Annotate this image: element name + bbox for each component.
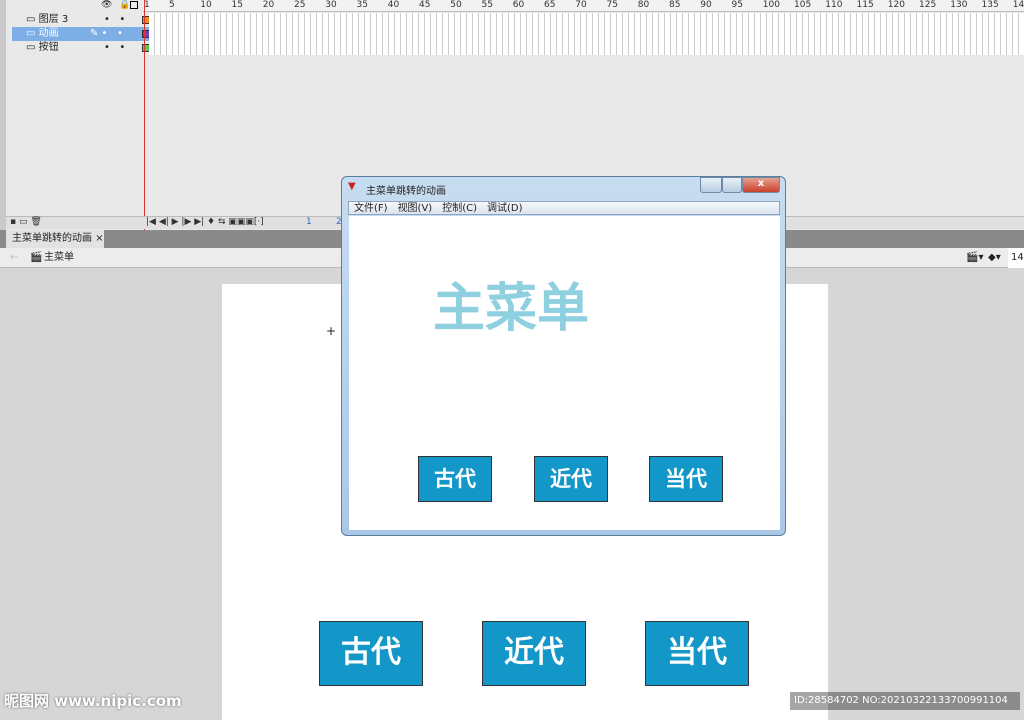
frame-row[interactable] [149,27,1024,41]
flash-app-icon: ▼ [348,181,356,192]
window-title: 主菜单跳转的动画 [366,186,446,197]
zoom-field[interactable]: 14 [1008,248,1024,268]
ruler-tick: 105 [794,0,812,10]
frame-row[interactable] [149,13,1024,27]
tab-label: 主菜单跳转的动画 [12,233,92,244]
ruler-tick: 65 [544,0,556,10]
button-contemporary[interactable]: 当代 [649,456,723,502]
ruler-tick: 45 [419,0,431,10]
current-frame: 1 [306,217,312,227]
ruler-tick: 140 [1012,0,1024,10]
ruler-tick: 35 [356,0,368,10]
menu-control[interactable]: 控制(C) [442,203,477,214]
close-button[interactable]: x [742,177,780,193]
menu-view[interactable]: 视图(V) [398,203,433,214]
edit-symbol-icon[interactable]: ◆▾ [988,248,1001,268]
menu-debug[interactable]: 调试(D) [487,203,523,214]
ruler-tick: 50 [450,0,462,10]
pencil-icon: ✎ • • [90,28,123,39]
stage-button-ancient[interactable]: 古代 [319,621,423,686]
watermark-logo: 昵图网 www.nipic.com [4,692,182,710]
outline-icon[interactable] [130,1,138,9]
ruler-tick: 100 [762,0,780,10]
playhead[interactable] [144,0,145,230]
ruler-tick: 60 [512,0,525,10]
frame-row[interactable] [149,41,1024,55]
eye-icon[interactable]: 👁 [101,0,112,10]
ruler-tick: 90 [700,0,712,10]
scene-breadcrumb[interactable]: 主菜单 [44,248,74,268]
ruler-tick: 120 [887,0,905,10]
layer-row[interactable]: ▭ 按钮 • • [12,41,150,55]
menu-bar: 文件(F) 视图(V) 控制(C) 调试(D) [348,201,780,215]
ruler-tick: 115 [856,0,874,10]
stage-button-contemporary[interactable]: 当代 [645,621,749,686]
maximize-button[interactable] [722,177,742,193]
ruler-tick: 10 [200,0,212,10]
stage-button-modern[interactable]: 近代 [482,621,586,686]
new-layer-icon[interactable]: ▪ ▭ 🗑 [10,217,42,227]
ruler-tick: 95 [731,0,743,10]
ruler-tick: 55 [481,0,493,10]
ruler-tick: 15 [231,0,243,10]
ruler-tick: 110 [825,0,843,10]
ruler-tick: 85 [669,0,681,10]
ruler-tick: 135 [981,0,999,10]
flash-player-window: ▼ 主菜单跳转的动画 x 文件(F) 视图(V) 控制(C) 调试(D) 主菜单 古代… [341,176,786,536]
edit-scene-icon[interactable]: 🎬▾ [966,248,983,268]
registration-crosshair: + [326,324,337,338]
layer-name: 图层 3 [38,14,69,25]
watermark-id: ID:28584702 NO:20210322133700991104 [790,692,1020,710]
lock-icon[interactable]: 🔒 [119,0,130,10]
layer-name: 按钮 [38,42,59,53]
scene-icon: 🎬 [30,252,43,263]
ruler-tick: 70 [575,0,587,10]
layer-name: 动画 [38,28,59,39]
main-menu-heading: 主菜单 [433,278,590,339]
layer-row[interactable]: ▭ 动画 ✎ • • [12,27,150,41]
ruler-tick: 40 [387,0,400,10]
player-content: 主菜单 古代 近代 当代 [349,216,780,530]
ruler-tick: 75 [606,0,618,10]
button-ancient[interactable]: 古代 [418,456,492,502]
ruler-tick: 125 [919,0,937,10]
layer-row[interactable]: ▭ 图层 3 • • [12,13,150,27]
ruler-tick: 20 [262,0,275,10]
frame-ruler[interactable]: 1 5 10 15 20 25 30 35 40 45 50 55 60 65 70 75 80 85 90 95 10… [143,0,1024,12]
ruler-tick: 130 [950,0,968,10]
ruler-tick: 5 [169,0,175,10]
back-arrow-icon[interactable]: ← [10,248,18,268]
minimize-button[interactable] [700,177,722,193]
button-modern[interactable]: 近代 [534,456,608,502]
ruler-tick: 25 [294,0,306,10]
menu-file[interactable]: 文件(F) [354,203,388,214]
ruler-tick: 30 [325,0,337,10]
playback-controls[interactable]: |◀ ◀| ▶ |▶ ▶| ♦ ⇆ ▣▣▣[·] [146,217,264,227]
document-tab[interactable]: 主菜单跳转的动画 × [6,230,104,248]
ruler-tick: 80 [637,0,650,10]
close-tab-icon[interactable]: × [95,233,103,244]
